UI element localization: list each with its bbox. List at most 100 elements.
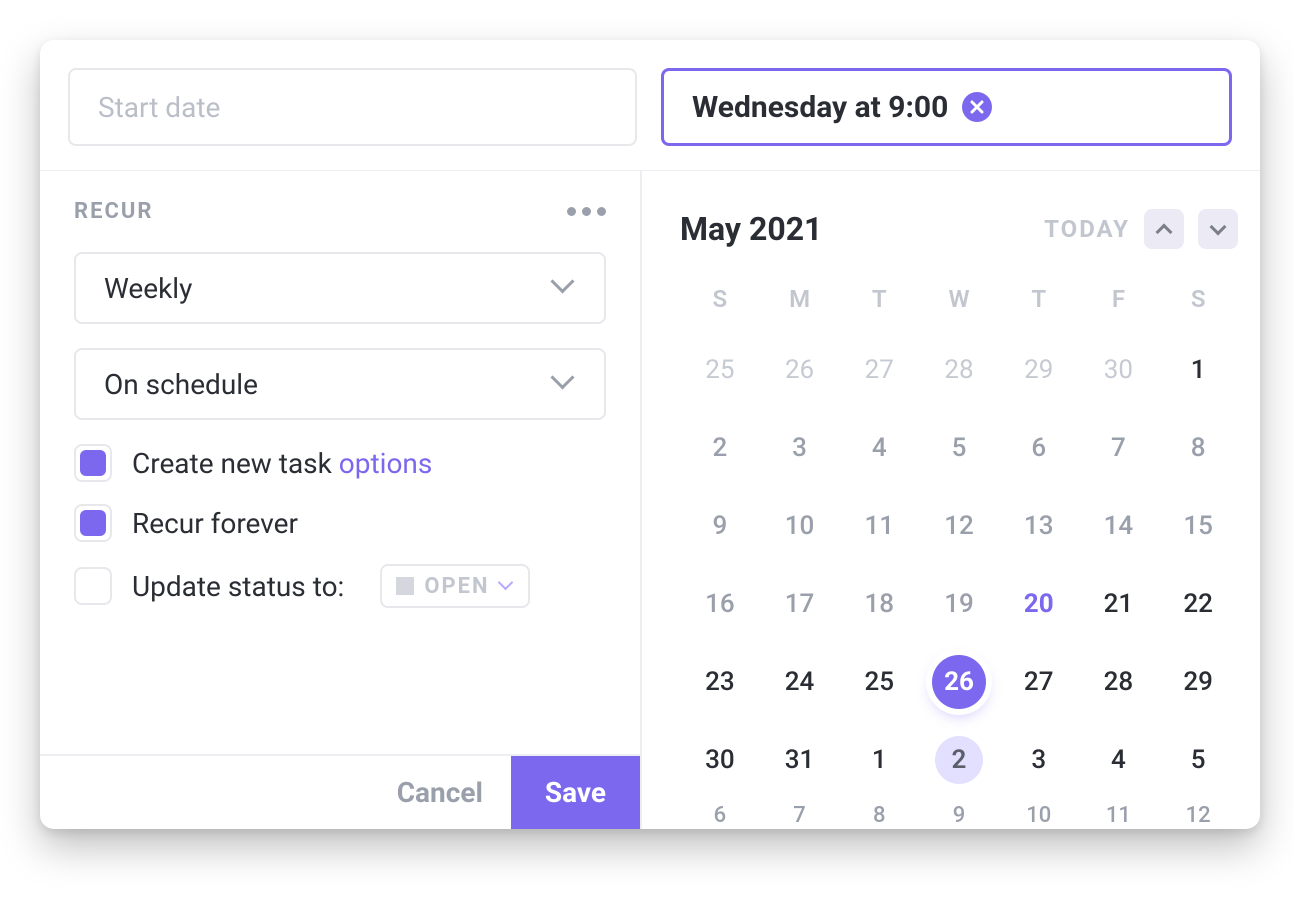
calendar-day[interactable]: 15 (1158, 487, 1238, 565)
calendar-dow: T (839, 273, 919, 331)
create-new-task-text: Create new task (132, 447, 332, 480)
calendar-day[interactable]: 25 (839, 643, 919, 721)
calendar-dow: M (760, 273, 840, 331)
calendar-day[interactable]: 30 (1079, 331, 1159, 409)
calendar-day[interactable]: 24 (760, 643, 840, 721)
create-new-task-label: Create new task options (132, 447, 432, 480)
save-button[interactable]: Save (511, 756, 640, 829)
chevron-up-icon (1156, 223, 1173, 240)
chevron-down-icon (500, 579, 514, 593)
status-color-swatch (396, 577, 414, 595)
calendar-day[interactable]: 26 (919, 643, 999, 721)
calendar-dow: W (919, 273, 999, 331)
calendar-day[interactable]: 28 (919, 331, 999, 409)
calendar-day[interactable]: 11 (839, 487, 919, 565)
prev-month-button[interactable] (1144, 209, 1184, 249)
calendar-grid: SMTWTFS252627282930123456789101112131415… (680, 273, 1238, 829)
status-value: OPEN (424, 574, 489, 599)
calendar-dow: S (1158, 273, 1238, 331)
more-options-icon[interactable] (567, 207, 606, 216)
calendar-day[interactable]: 3 (760, 409, 840, 487)
recur-forever-checkbox[interactable] (74, 504, 112, 542)
create-new-task-checkbox[interactable] (74, 444, 112, 482)
calendar-day[interactable]: 18 (839, 565, 919, 643)
trigger-value: On schedule (104, 368, 258, 401)
calendar-day[interactable]: 25 (680, 331, 760, 409)
chevron-down-icon (554, 373, 576, 395)
update-status-row: Update status to: OPEN (74, 564, 606, 608)
calendar-dow: F (1079, 273, 1159, 331)
recur-title: RECUR (74, 199, 153, 224)
calendar-dow: S (680, 273, 760, 331)
calendar-day[interactable]: 12 (919, 487, 999, 565)
calendar-day[interactable]: 7 (760, 799, 840, 829)
clear-due-date-icon[interactable] (962, 92, 992, 122)
calendar-month-label: May 2021 (680, 210, 1030, 248)
calendar-day[interactable]: 11 (1079, 799, 1159, 829)
recur-forever-label: Recur forever (132, 507, 298, 540)
due-date-value: Wednesday at 9:00 (692, 90, 948, 125)
calendar-day[interactable]: 9 (680, 487, 760, 565)
calendar-day[interactable]: 2 (680, 409, 760, 487)
update-status-label: Update status to: (132, 570, 344, 603)
calendar-day[interactable]: 12 (1158, 799, 1238, 829)
calendar-day[interactable]: 10 (999, 799, 1079, 829)
calendar-day[interactable]: 20 (999, 565, 1079, 643)
calendar-day[interactable]: 5 (1158, 721, 1238, 799)
calendar-day[interactable]: 8 (839, 799, 919, 829)
calendar-day[interactable]: 3 (999, 721, 1079, 799)
due-date-input[interactable]: Wednesday at 9:00 (661, 68, 1232, 146)
calendar-dow: T (999, 273, 1079, 331)
date-inputs-row: Start date Wednesday at 9:00 (40, 40, 1260, 170)
cancel-button[interactable]: Cancel (369, 756, 511, 829)
calendar-day[interactable]: 13 (999, 487, 1079, 565)
chevron-down-icon (554, 277, 576, 299)
calendar-day[interactable]: 26 (760, 331, 840, 409)
calendar-day[interactable]: 21 (1079, 565, 1159, 643)
calendar-day[interactable]: 23 (680, 643, 760, 721)
calendar-day[interactable]: 2 (919, 721, 999, 799)
recur-forever-row: Recur forever (74, 504, 606, 542)
update-status-checkbox[interactable] (74, 567, 112, 605)
calendar-day[interactable]: 16 (680, 565, 760, 643)
calendar-day[interactable]: 28 (1079, 643, 1159, 721)
options-link[interactable]: options (339, 447, 433, 480)
frequency-value: Weekly (104, 272, 192, 305)
calendar-day[interactable]: 8 (1158, 409, 1238, 487)
calendar-day[interactable]: 14 (1079, 487, 1159, 565)
calendar-day[interactable]: 17 (760, 565, 840, 643)
next-month-button[interactable] (1198, 209, 1238, 249)
status-select[interactable]: OPEN (380, 564, 529, 608)
calendar-day[interactable]: 1 (839, 721, 919, 799)
calendar-day[interactable]: 27 (839, 331, 919, 409)
recur-header: RECUR (74, 199, 606, 224)
calendar-day[interactable]: 4 (1079, 721, 1159, 799)
calendar-day[interactable]: 29 (999, 331, 1079, 409)
calendar-day[interactable]: 31 (760, 721, 840, 799)
today-button[interactable]: TODAY (1044, 215, 1130, 243)
footer: Cancel Save (40, 754, 640, 829)
frequency-select[interactable]: Weekly (74, 252, 606, 324)
calendar-header: May 2021 TODAY (680, 209, 1238, 249)
trigger-select[interactable]: On schedule (74, 348, 606, 420)
start-date-input[interactable]: Start date (68, 68, 637, 146)
create-new-task-row: Create new task options (74, 444, 606, 482)
calendar-day[interactable]: 9 (919, 799, 999, 829)
calendar-day[interactable]: 10 (760, 487, 840, 565)
calendar-day[interactable]: 4 (839, 409, 919, 487)
calendar-day[interactable]: 5 (919, 409, 999, 487)
recurrence-modal: Start date Wednesday at 9:00 RECUR Weekl… (40, 40, 1260, 829)
chevron-down-icon (1210, 218, 1227, 235)
modal-body: RECUR Weekly On schedule Create new task (40, 171, 1260, 829)
calendar-day[interactable]: 27 (999, 643, 1079, 721)
calendar-day[interactable]: 22 (1158, 565, 1238, 643)
calendar-day[interactable]: 7 (1079, 409, 1159, 487)
calendar-day[interactable]: 19 (919, 565, 999, 643)
calendar-day[interactable]: 1 (1158, 331, 1238, 409)
start-date-placeholder: Start date (98, 91, 220, 124)
calendar-day[interactable]: 29 (1158, 643, 1238, 721)
calendar-panel: May 2021 TODAY SMTWTFS252627282930123456… (642, 171, 1260, 829)
calendar-day[interactable]: 6 (680, 799, 760, 829)
calendar-day[interactable]: 30 (680, 721, 760, 799)
calendar-day[interactable]: 6 (999, 409, 1079, 487)
